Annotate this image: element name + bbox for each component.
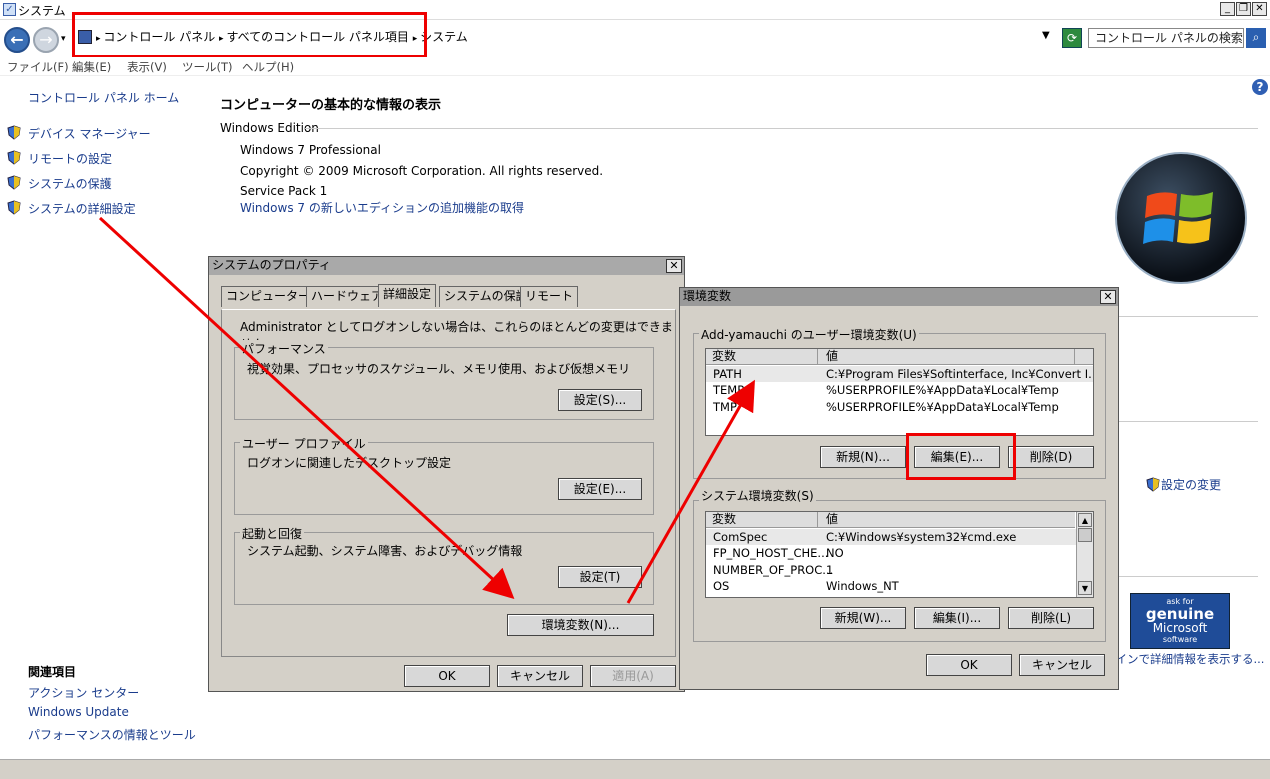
arrow-to-env-button bbox=[98, 216, 515, 600]
status-bar bbox=[0, 759, 1270, 779]
annotation-arrows bbox=[98, 216, 755, 604]
arrow-to-path-row bbox=[626, 379, 755, 604]
